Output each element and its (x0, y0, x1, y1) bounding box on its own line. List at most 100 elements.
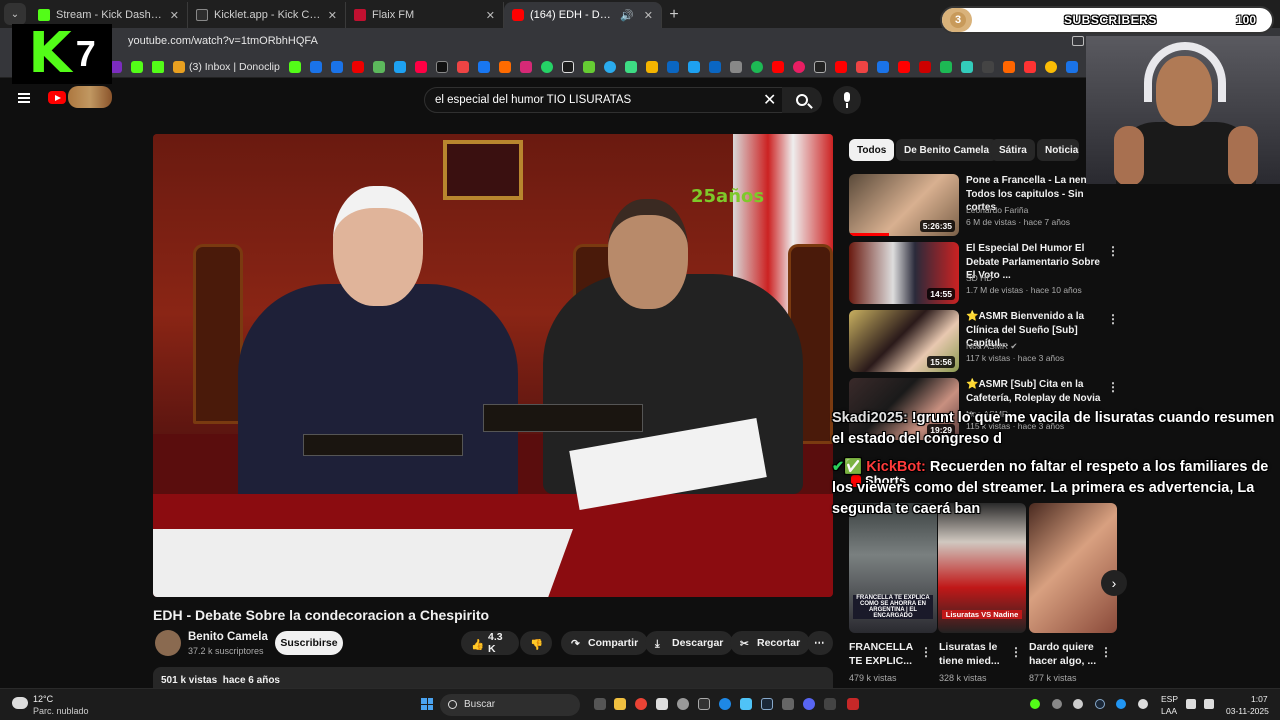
chip-todos[interactable]: Todos (849, 139, 895, 161)
like-button[interactable]: 👍 4.3 K (461, 631, 519, 655)
channel-name[interactable]: Benito Camela (188, 631, 268, 643)
youtube-icon[interactable] (771, 60, 784, 73)
bookmark-icon[interactable] (414, 60, 427, 73)
recommended-channel[interactable]: Noa ASMR ✔ (966, 341, 1018, 352)
clock-date[interactable]: 03-11-2025 (1226, 706, 1269, 716)
short-title[interactable]: FRANCELLA TE EXPLIC... (849, 640, 929, 668)
microphone-icon[interactable] (1138, 699, 1148, 709)
close-tab-icon[interactable]: ✕ (644, 9, 653, 22)
bookmark-icon[interactable] (729, 60, 742, 73)
taskbar-search[interactable]: Buscar (440, 694, 580, 716)
weather-desc[interactable]: Parc. nublado (33, 706, 89, 716)
weather-temp[interactable]: 12°C (33, 694, 53, 704)
bookmark-icon[interactable] (330, 60, 343, 73)
subscribe-button[interactable]: Suscribirse (275, 631, 343, 655)
browser-tab[interactable]: Kicklet.app - Kick Chatbot and ✕ (188, 2, 346, 28)
browser-tab[interactable]: Flaix FM ✕ (346, 2, 504, 28)
tray-icon[interactable] (1073, 699, 1083, 709)
channel-avatar[interactable] (155, 630, 181, 656)
youtube-logo-icon[interactable] (48, 91, 66, 104)
more-options-icon[interactable]: ⋮ (920, 645, 932, 659)
bookmark-icon[interactable] (813, 60, 826, 73)
linkedin-icon[interactable] (708, 60, 721, 73)
keyboard-layout[interactable]: LAA (1161, 706, 1177, 716)
bookmark-icon[interactable] (855, 60, 868, 73)
search-button[interactable] (782, 87, 822, 113)
bookmark-icon[interactable] (1044, 60, 1057, 73)
spotify-icon[interactable] (750, 60, 763, 73)
bookmark-icon[interactable] (372, 60, 385, 73)
url-field[interactable]: youtube.com/watch?v=1tmORbhHQFA (128, 35, 318, 47)
cast-icon[interactable] (1072, 36, 1084, 46)
video-thumbnail[interactable]: 15:56 (849, 310, 959, 372)
recommended-channel[interactable]: Leonardo Fariña (966, 205, 1028, 215)
voice-search-icon[interactable] (833, 86, 861, 114)
app-icon[interactable] (740, 698, 752, 710)
menu-icon[interactable] (18, 93, 30, 103)
more-actions-button[interactable]: ⋯ (807, 631, 833, 655)
bookmark-icon[interactable] (1002, 60, 1015, 73)
tray-icon[interactable] (1052, 699, 1062, 709)
bookmark-icon[interactable] (152, 60, 164, 73)
tray-icon[interactable] (1030, 699, 1040, 709)
short-thumbnail[interactable]: FRANCELLA TE EXPLICA COMO SE AHORRA EN A… (849, 503, 937, 633)
app-icon[interactable] (824, 698, 836, 710)
whatsapp-icon[interactable] (540, 60, 553, 73)
search-box[interactable]: el especial del humor TIO LISURATAS ✕ (424, 87, 786, 113)
more-options-icon[interactable]: ⋮ (1010, 645, 1022, 659)
bookmark-icon[interactable] (288, 60, 301, 73)
app-icon[interactable] (698, 698, 710, 710)
bookmark-icon[interactable] (456, 60, 469, 73)
new-tab-icon[interactable]: + (662, 2, 686, 28)
clip-button[interactable]: ✂ Recortar (730, 631, 811, 655)
bookmark-icon[interactable] (666, 60, 679, 73)
bookmark-inbox[interactable]: (3) Inbox | Donoclip (173, 60, 280, 73)
short-thumbnail[interactable]: Lisuratas VS Nadine (938, 503, 1026, 633)
more-options-icon[interactable]: ⋮ (1107, 380, 1119, 394)
chip-channel[interactable]: De Benito Camela (896, 139, 998, 161)
bookmark-icon[interactable] (981, 60, 994, 73)
app-icon[interactable] (782, 698, 794, 710)
short-title[interactable]: Lisuratas le tiene mied... (939, 640, 1019, 668)
windows-start-icon[interactable] (421, 698, 433, 710)
bookmark-icon[interactable] (960, 60, 973, 73)
close-tab-icon[interactable]: ✕ (486, 9, 495, 22)
bookmark-icon[interactable] (897, 60, 910, 73)
tray-icon[interactable] (1116, 699, 1126, 709)
instagram-icon[interactable] (519, 60, 532, 73)
more-options-icon[interactable]: ⋮ (1100, 645, 1112, 659)
app-icon[interactable] (656, 698, 668, 710)
next-shorts-button[interactable]: › (1101, 570, 1127, 596)
bookmark-icon[interactable] (939, 60, 952, 73)
bookmark-icon[interactable] (1023, 60, 1036, 73)
clear-search-icon[interactable]: ✕ (763, 90, 776, 110)
app-icon[interactable] (847, 698, 859, 710)
bookmark-icon[interactable] (498, 60, 511, 73)
tab-search-chevron-icon[interactable]: ⌄ (4, 3, 26, 25)
telegram-icon[interactable] (603, 60, 616, 73)
more-options-icon[interactable]: ⋮ (1107, 244, 1119, 258)
weather-cloud-icon[interactable] (12, 697, 28, 709)
dislike-button[interactable]: 👎 (520, 631, 552, 655)
video-thumbnail[interactable]: 5:26:35 (849, 174, 959, 236)
bookmark-icon[interactable] (624, 60, 637, 73)
task-view-icon[interactable] (594, 698, 606, 710)
wifi-icon[interactable] (1186, 699, 1196, 709)
volume-icon[interactable] (1204, 699, 1214, 709)
bookmark-icon[interactable] (351, 60, 364, 73)
twitter-icon[interactable] (687, 60, 700, 73)
app-icon[interactable] (719, 698, 731, 710)
bookmark-icon[interactable] (561, 60, 574, 73)
search-input[interactable]: el especial del humor TIO LISURATAS (435, 94, 631, 106)
browser-tab-active[interactable]: (164) EDH - Debate Sobre l 🔊 ✕ (504, 2, 662, 28)
bookmark-icon[interactable] (876, 60, 889, 73)
audio-icon[interactable]: 🔊 (620, 9, 634, 22)
download-button[interactable]: ⤓ Descargar (645, 631, 734, 655)
bookmark-icon[interactable] (918, 60, 931, 73)
recommended-channel[interactable]: SD HD (966, 273, 992, 283)
short-thumbnail[interactable] (1029, 503, 1117, 633)
youtube-doodle-icon[interactable] (68, 86, 112, 108)
chip-noticias[interactable]: Noticias (1037, 139, 1079, 161)
more-options-icon[interactable]: ⋮ (1107, 312, 1119, 326)
video-thumbnail[interactable]: 14:55 (849, 242, 959, 304)
